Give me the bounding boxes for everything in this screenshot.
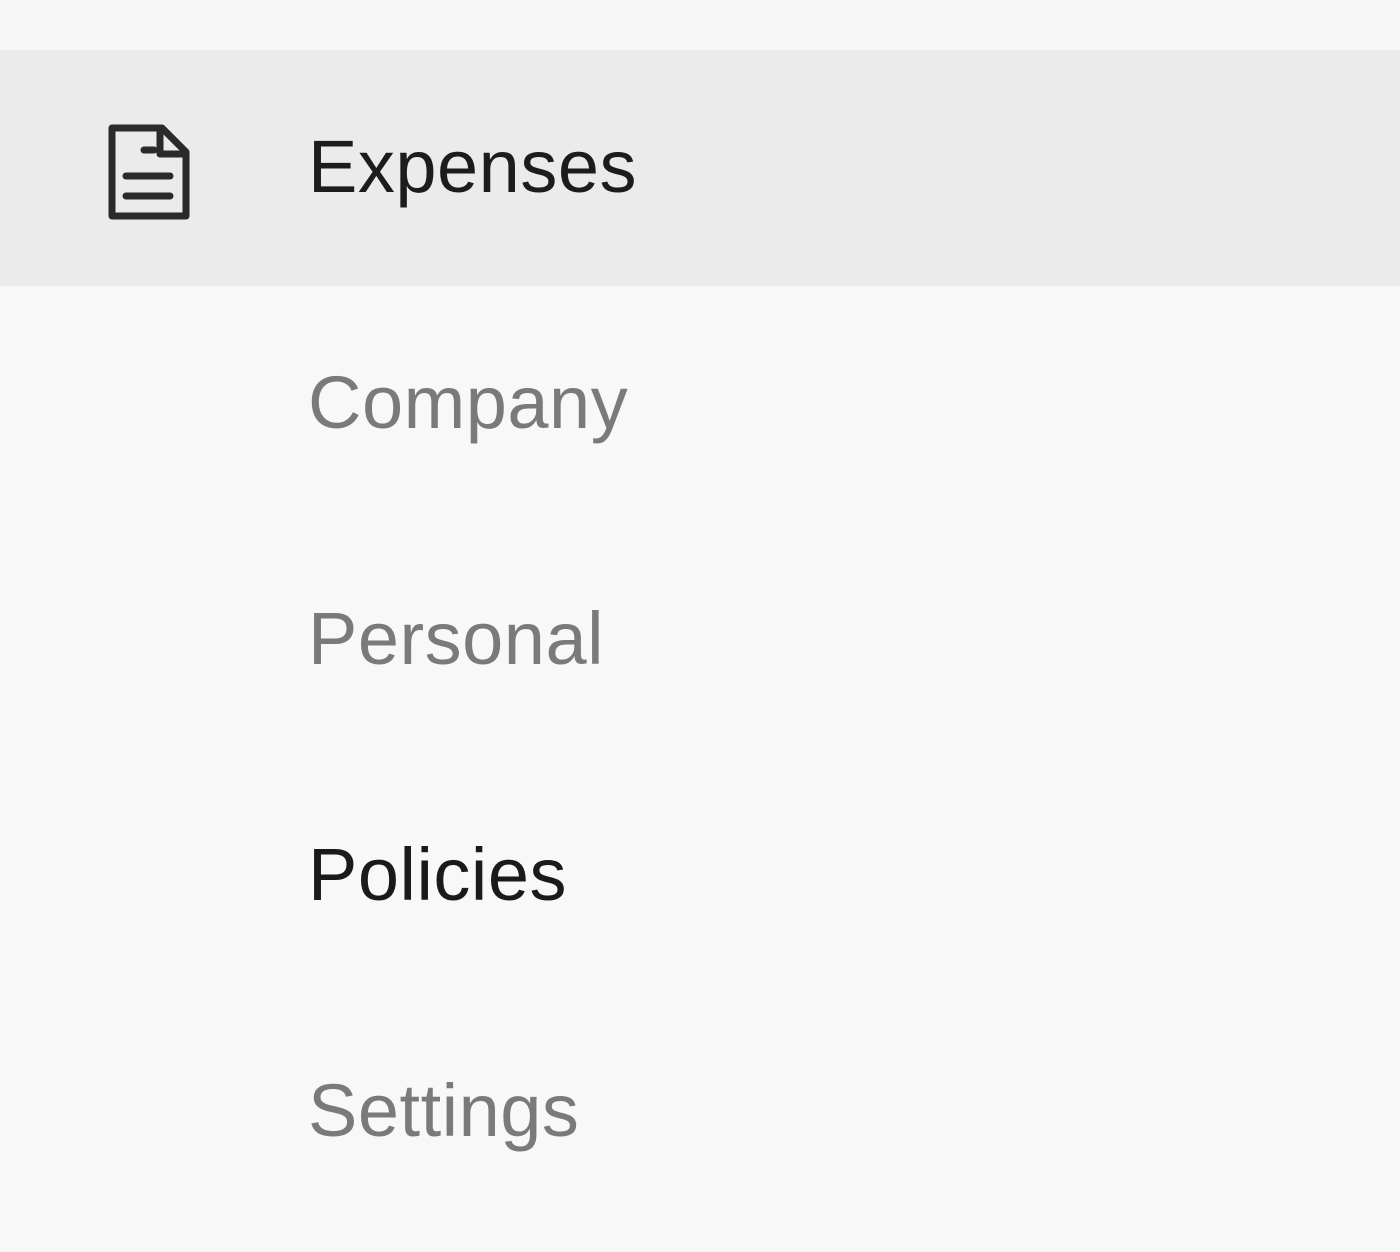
nav-item-policies[interactable]: Policies <box>0 758 1400 994</box>
sidebar-nav: Expenses Company Personal Policies Setti… <box>0 0 1400 1252</box>
nav-top-spacer <box>0 0 1400 50</box>
nav-item-settings[interactable]: Settings <box>0 994 1400 1230</box>
nav-item-label: Policies <box>308 833 567 916</box>
nav-item-expenses[interactable]: Expenses <box>0 50 1400 286</box>
document-icon <box>108 124 190 220</box>
nav-item-label: Personal <box>308 597 605 680</box>
nav-item-label: Settings <box>308 1069 580 1152</box>
nav-item-company[interactable]: Company <box>0 286 1400 522</box>
nav-item-label: Company <box>308 361 629 444</box>
nav-item-label: Expenses <box>308 125 637 208</box>
nav-item-personal[interactable]: Personal <box>0 522 1400 758</box>
